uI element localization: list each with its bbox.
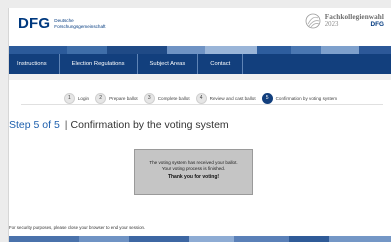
page-title-text: Confirmation by the voting system [70,119,229,131]
election-year: 2023 [324,21,339,28]
logo-line-2: Forschungsgemeinschaft [54,24,106,29]
step-number: 4 [195,92,207,104]
confirmation-line-2: Your voting process is finished. [161,166,226,171]
steps-divider [21,104,383,105]
page-title: Step 5 of 5 | Confirmation by the voting s… [9,119,229,132]
step-number: 3 [143,92,155,104]
thank-you-text: Thank you for voting! [167,174,220,180]
dfg-logo-mark: DFG [18,15,51,32]
step-label: Login [77,95,90,101]
step-number: 1 [63,92,75,104]
step-label: Review and cast ballot [209,95,256,101]
step-complete-ballot: 3 Complete ballot [143,92,190,104]
election-logo-text: Fachkollegienwahl 2023 DFG [324,12,385,29]
nav-subject-areas[interactable]: Subject Areas [138,54,199,74]
main-nav: Instructions Election Regulations Subjec… [9,54,391,74]
nav-contact[interactable]: Contact [198,54,244,74]
nav-shadow-band [9,74,391,80]
nav-election-regulations[interactable]: Election Regulations [60,54,138,74]
step-label: Complete ballot [157,95,190,101]
title-separator: | [64,119,68,131]
page: DFG Deutsche Forschungsgemeinschaft Fach… [8,8,391,242]
header: DFG Deutsche Forschungsgemeinschaft Fach… [9,8,391,38]
step-number: 2 [95,92,107,104]
election-emblem-icon [305,13,321,29]
security-note: For security purposes, please close your… [9,225,146,230]
step-label: Prepare ballot [109,95,138,101]
election-org: DFG [370,21,385,28]
nav-instructions[interactable]: Instructions [9,54,60,74]
step-counter: Step 5 of 5 [9,119,60,131]
step-confirmation: 5 Confirmation by voting system [261,92,338,104]
step-login: 1 Login [63,92,90,104]
step-label: Confirmation by voting system [275,95,338,101]
step-prepare-ballot: 2 Prepare ballot [95,92,138,104]
dfg-logo[interactable]: DFG Deutsche Forschungsgemeinschaft [18,16,106,32]
election-title: Fachkollegienwahl [324,12,384,21]
header-color-stripe [9,46,391,54]
dfg-logo-subtitle: Deutsche Forschungsgemeinschaft [54,18,105,29]
confirmation-message-box: The voting system has received your ball… [134,149,253,195]
footer-color-stripe [9,236,391,242]
step-progress: 1 Login 2 Prepare ballot 3 Complete ball… [9,91,391,105]
election-logo: Fachkollegienwahl 2023 DFG [305,13,384,29]
step-review-and-cast: 4 Review and cast ballot [195,92,256,104]
step-number: 5 [261,92,273,104]
